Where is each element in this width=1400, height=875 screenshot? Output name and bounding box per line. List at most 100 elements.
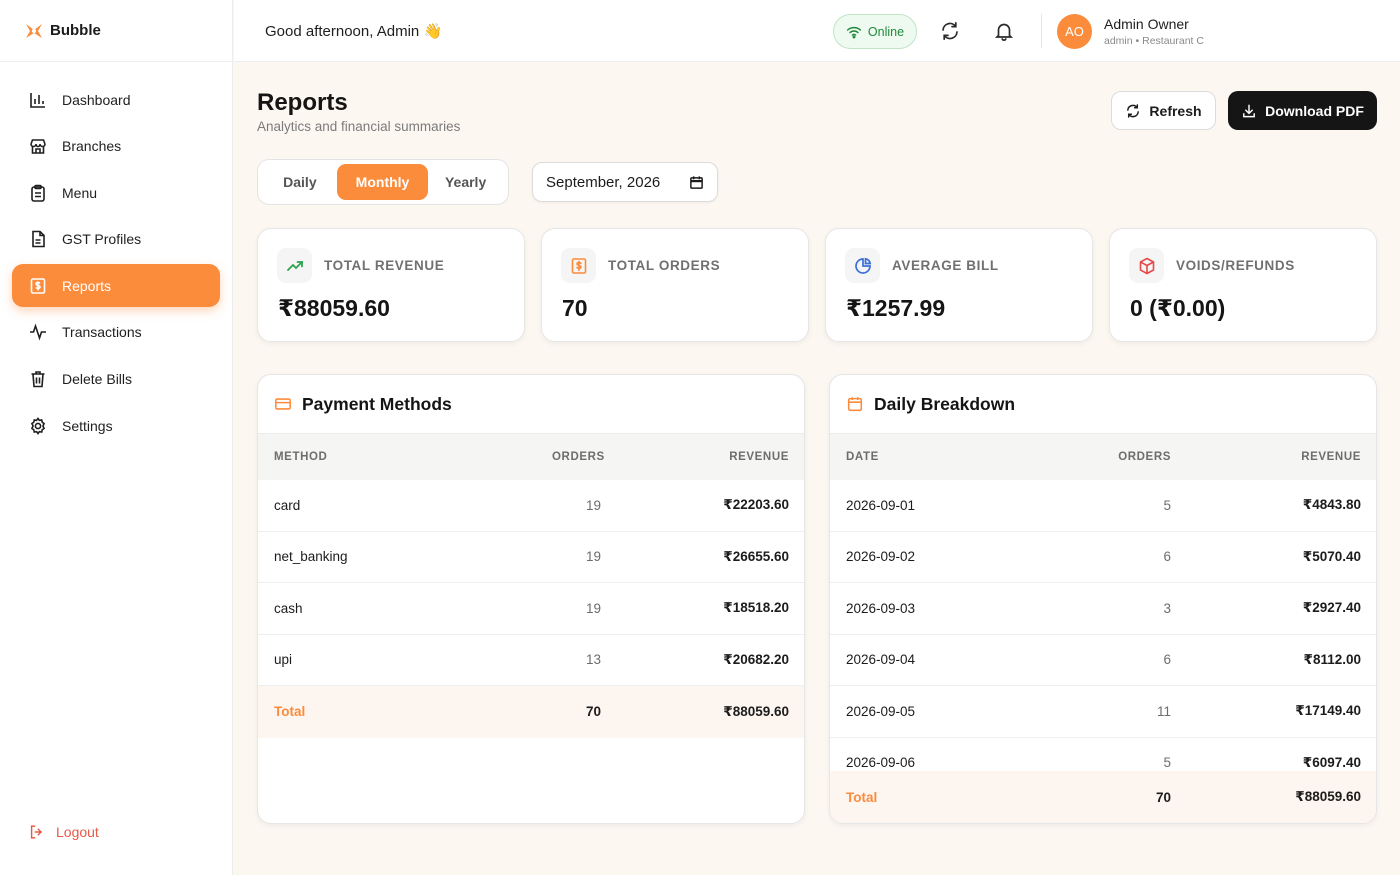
panel-title: Payment Methods bbox=[302, 393, 452, 414]
sidebar-item-gst-profiles[interactable]: GST Profiles bbox=[12, 218, 220, 261]
method-cell: upi bbox=[274, 652, 293, 668]
stat-label: TOTAL REVENUE bbox=[324, 258, 445, 273]
stat-value: ₹88059.60 bbox=[278, 295, 390, 321]
calendar-icon bbox=[847, 397, 863, 412]
orders-cell: 6 bbox=[1163, 652, 1171, 668]
total-revenue: ₹88059.60 bbox=[1295, 789, 1361, 804]
stat-card-voids-refunds: VOIDS/REFUNDS 0 (₹0.00) bbox=[1109, 228, 1377, 342]
page-title: Reports bbox=[257, 89, 348, 116]
table-row: 2026-09-06 5 ₹6097.40 bbox=[830, 738, 1376, 774]
sync-icon[interactable] bbox=[939, 20, 961, 42]
refresh-button[interactable]: Refresh bbox=[1111, 91, 1216, 130]
method-cell: card bbox=[274, 497, 301, 513]
download-icon bbox=[1243, 104, 1256, 117]
column-header-revenue: REVENUE bbox=[1301, 451, 1361, 463]
revenue-cell: ₹20682.20 bbox=[723, 651, 789, 667]
month-picker-input[interactable]: September, 2026 bbox=[532, 162, 718, 202]
bell-icon[interactable] bbox=[993, 20, 1015, 42]
orders-cell: 11 bbox=[1156, 703, 1171, 719]
period-monthly-tab[interactable]: Monthly bbox=[336, 164, 429, 200]
logout-button[interactable]: Logout bbox=[28, 823, 99, 841]
refresh-label: Refresh bbox=[1149, 102, 1202, 119]
column-header-revenue: REVENUE bbox=[729, 451, 789, 463]
page-subtitle: Analytics and financial summaries bbox=[257, 119, 461, 134]
online-status-label: Online bbox=[867, 24, 905, 39]
panel-title: Daily Breakdown bbox=[874, 393, 1016, 414]
date-cell: 2026-09-05 bbox=[846, 703, 916, 719]
period-yearly-tab[interactable]: Yearly bbox=[428, 164, 503, 200]
sidebar-nav: Dashboard Branches Menu GST Profiles Rep… bbox=[0, 62, 232, 447]
method-cell: cash bbox=[274, 600, 303, 616]
user-role: admin • Restaurant C bbox=[1104, 35, 1204, 47]
credit-card-icon bbox=[275, 398, 291, 410]
brand[interactable]: Bubble bbox=[0, 0, 232, 62]
payment-methods-panel: Payment Methods METHOD ORDERS REVENUE ca… bbox=[257, 374, 805, 824]
stat-value: 0 (₹0.00) bbox=[1130, 295, 1226, 321]
daily-breakdown-panel: Daily Breakdown DATE ORDERS REVENUE 2026… bbox=[829, 374, 1377, 824]
sidebar-item-label: Transactions bbox=[62, 324, 142, 341]
trending-up-icon bbox=[277, 248, 312, 283]
period-segmented-control: Daily Monthly Yearly bbox=[257, 159, 509, 205]
download-pdf-button[interactable]: Download PDF bbox=[1228, 91, 1377, 130]
orders-cell: 19 bbox=[585, 549, 601, 565]
date-cell: 2026-09-04 bbox=[846, 652, 916, 668]
date-cell: 2026-09-03 bbox=[846, 600, 916, 616]
revenue-cell: ₹8112.00 bbox=[1303, 651, 1361, 667]
top-bar: Good afternoon, Admin 👋 Online AO Admin … bbox=[234, 0, 1400, 62]
sidebar-item-settings[interactable]: Settings bbox=[12, 404, 220, 447]
greeting: Good afternoon, Admin 👋 bbox=[265, 22, 443, 40]
table-row: net_banking 19 ₹26655.60 bbox=[258, 532, 804, 583]
table-row: 2026-09-05 11 ₹17149.40 bbox=[830, 686, 1376, 738]
receipt-icon bbox=[561, 248, 596, 283]
sidebar-item-label: Delete Bills bbox=[62, 371, 133, 388]
orders-cell: 5 bbox=[1163, 497, 1171, 513]
trash-icon bbox=[31, 371, 45, 388]
calendar-icon[interactable] bbox=[689, 175, 704, 190]
revenue-cell: ₹18518.20 bbox=[723, 600, 789, 616]
table-row: 2026-09-03 3 ₹2927.40 bbox=[830, 583, 1376, 635]
revenue-cell: ₹6097.40 bbox=[1302, 754, 1361, 770]
total-label: Total bbox=[274, 704, 306, 720]
revenue-cell: ₹22203.60 bbox=[723, 497, 789, 513]
orders-cell: 19 bbox=[585, 497, 601, 513]
header-divider bbox=[1041, 14, 1042, 48]
period-daily-tab[interactable]: Daily bbox=[263, 164, 337, 200]
sidebar-item-label: Dashboard bbox=[62, 91, 131, 108]
clipboard-icon bbox=[31, 184, 45, 202]
revenue-cell: ₹4843.80 bbox=[1302, 497, 1361, 513]
month-picker-value: September, 2026 bbox=[546, 173, 661, 191]
table-row: 2026-09-01 5 ₹4843.80 bbox=[830, 480, 1376, 532]
stat-label: TOTAL ORDERS bbox=[608, 258, 721, 273]
table-total-row: Total 70 ₹88059.60 bbox=[258, 686, 804, 738]
date-cell: 2026-09-02 bbox=[846, 549, 916, 565]
stat-value: ₹1257.99 bbox=[846, 295, 946, 321]
wifi-icon bbox=[846, 26, 862, 38]
daily-table-body[interactable]: 2026-09-01 5 ₹4843.80 2026-09-02 6 ₹5070… bbox=[830, 480, 1376, 773]
method-cell: net_banking bbox=[274, 549, 348, 565]
sidebar-item-label: Settings bbox=[62, 417, 113, 434]
box-icon bbox=[1129, 248, 1164, 283]
table-total-row: Total 70 ₹88059.60 bbox=[830, 771, 1376, 823]
column-header-date: DATE bbox=[846, 451, 879, 463]
stat-card-average-bill: AVERAGE BILL ₹1257.99 bbox=[825, 228, 1093, 342]
dollar-receipt-icon bbox=[30, 278, 46, 294]
stat-label: VOIDS/REFUNDS bbox=[1176, 258, 1295, 273]
sidebar-item-reports[interactable]: Reports bbox=[12, 264, 220, 308]
avatar[interactable]: AO bbox=[1057, 14, 1092, 49]
sidebar-item-label: GST Profiles bbox=[62, 231, 142, 248]
sidebar-item-transactions[interactable]: Transactions bbox=[12, 311, 220, 354]
sidebar-item-delete-bills[interactable]: Delete Bills bbox=[12, 358, 220, 401]
table-header: METHOD ORDERS REVENUE bbox=[258, 434, 804, 480]
sidebar-item-branches[interactable]: Branches bbox=[12, 125, 220, 168]
sidebar-item-label: Menu bbox=[62, 184, 98, 201]
document-icon bbox=[32, 230, 45, 248]
sidebar-item-menu[interactable]: Menu bbox=[12, 171, 220, 214]
activity-icon bbox=[30, 323, 46, 341]
revenue-cell: ₹2927.40 bbox=[1302, 600, 1361, 616]
total-label: Total bbox=[846, 789, 878, 805]
sidebar-item-label: Branches bbox=[62, 138, 122, 155]
store-icon bbox=[30, 139, 46, 154]
sidebar-item-dashboard[interactable]: Dashboard bbox=[12, 78, 220, 121]
table-row: 2026-09-04 6 ₹8112.00 bbox=[830, 635, 1376, 686]
total-revenue: ₹88059.60 bbox=[723, 703, 789, 719]
